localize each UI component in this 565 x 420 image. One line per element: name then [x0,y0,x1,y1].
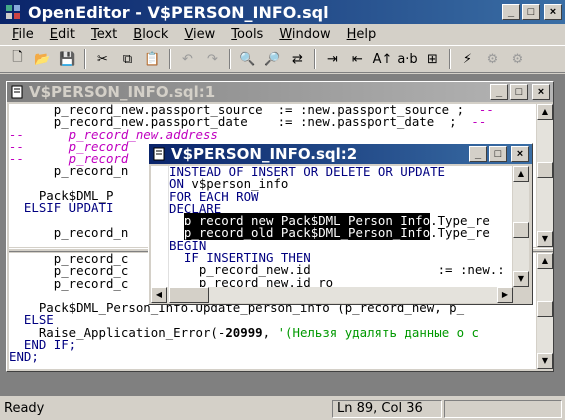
tool-a-icon[interactable]: ⚙ [481,48,504,70]
editor-2-minimize-button[interactable]: _ [469,146,487,162]
scroll-thumb[interactable] [513,222,529,238]
editor-window-2-title: V$PERSON_INFO.sql:2 [171,145,358,163]
menu-item-view[interactable]: View [176,27,223,42]
editor-1-bottom-scrollbar[interactable]: ▲ ▼ [537,253,553,369]
close-button[interactable]: × [544,4,562,20]
compare-icon[interactable]: ⊞ [421,48,444,70]
editor-1-close-button[interactable]: × [532,84,550,100]
scroll-up-button[interactable]: ▲ [537,104,553,120]
menu-item-block[interactable]: Block [125,27,176,42]
toolbar-separator [84,49,86,69]
scroll-thumb-horizontal[interactable] [169,287,209,303]
scroll-right-button[interactable]: ▶ [497,287,513,303]
menu-item-text[interactable]: Text [83,27,125,42]
execute-icon[interactable]: ⚡ [456,48,479,70]
editor-window-2-title-bar[interactable]: V$PERSON_INFO.sql:2 _ □ × [149,144,532,164]
scroll-thumb[interactable] [537,301,553,317]
status-text: Ready [4,401,45,416]
menu-item-tools[interactable]: Tools [223,27,271,42]
toolbar-separator [449,49,451,69]
replace-icon[interactable]: ⇄ [286,48,309,70]
indent-icon[interactable]: ⇥ [321,48,344,70]
editor-2-line[interactable]: p_record_new.id_ro [169,276,512,287]
editor-window-2[interactable]: V$PERSON_INFO.sql:2 _ □ × INSTEAD OF INS… [148,143,533,305]
editor-window-1-title-bar[interactable]: V$PERSON_INFO.sql:1 _ □ × [7,82,553,102]
document-icon [153,147,165,161]
editor-1-bottom-line[interactable]: END; [9,351,536,363]
toolbar-separator [229,49,231,69]
editor-window-1-title: V$PERSON_INFO.sql:1 [29,83,216,101]
open-folder-icon[interactable]: 📂 [31,48,54,70]
scroll-left-button[interactable]: ◀ [151,287,167,303]
cut-icon[interactable]: ✂ [91,48,114,70]
editor-2-scrollbar[interactable]: ▲ ▼ [513,166,529,287]
menu-item-edit[interactable]: Edit [42,27,83,42]
editor-1-minimize-button[interactable]: _ [490,84,508,100]
editor-2-hscrollbar[interactable]: ◀ ▶ [151,287,513,303]
editor-1-bottom-line[interactable]: END IF; [9,338,536,351]
menu-item-file[interactable]: File [4,27,42,42]
app-icon [6,5,20,19]
scroll-down-button[interactable]: ▼ [537,353,553,369]
new-file-icon[interactable]: 🗋 [6,48,29,70]
editor-1-top-scrollbar[interactable]: ▲ ▼ [537,104,553,247]
scroll-up-button[interactable]: ▲ [537,253,553,269]
tool-b-icon[interactable]: ⚙ [506,48,529,70]
status-bar: Ready Ln 89, Col 36 [0,397,565,420]
maximize-button[interactable]: □ [522,4,540,20]
menu-bar: File Edit Text Block View Tools Window Help [0,24,565,44]
editor-2-close-button[interactable]: × [511,146,529,162]
app-title-bar[interactable]: OpenEditor - V$PERSON_INFO.sql _ □ × [0,0,565,24]
case-toggle-icon[interactable]: a·b [396,48,419,70]
document-icon [11,85,23,99]
editor-2-gutter [151,166,169,287]
copy-icon[interactable]: ⧉ [116,48,139,70]
editor-2-maximize-button[interactable]: □ [489,146,507,162]
save-icon[interactable]: 💾 [56,48,79,70]
scroll-down-button[interactable]: ▼ [513,271,529,287]
undo-icon[interactable]: ↶ [176,48,199,70]
menu-item-help[interactable]: Help [339,27,385,42]
minimize-button[interactable]: _ [502,4,520,20]
scroll-thumb[interactable] [537,162,553,178]
editor-1-maximize-button[interactable]: □ [510,84,528,100]
size-grip[interactable] [513,287,529,303]
editor-1-bottom-line[interactable]: Raise_Application_Error(-20999, '(Нельзя… [9,326,536,339]
outdent-icon[interactable]: ⇤ [346,48,369,70]
paste-icon[interactable]: 📋 [141,48,164,70]
redo-icon[interactable]: ↷ [201,48,224,70]
editor-2-line[interactable]: p_record_old Pack$DML_Person_Info.Type_r… [169,225,512,241]
toolbar-separator [169,49,171,69]
scroll-down-button[interactable]: ▼ [537,231,553,247]
uppercase-icon[interactable]: A↑ [371,48,394,70]
toolbar-separator [314,49,316,69]
status-panel-empty [444,399,562,418]
toolbar: 🗋 📂 💾 ✂ ⧉ 📋 ↶ ↷ 🔍 🔎 ⇄ ⇥ ⇤ A↑ a·b ⊞ ⚡ ⚙ ⚙ [0,45,565,73]
find-icon[interactable]: 🔍 [236,48,259,70]
app-title: OpenEditor - V$PERSON_INFO.sql [28,2,329,22]
cursor-position: Ln 89, Col 36 [332,399,442,418]
scroll-up-button[interactable]: ▲ [513,166,529,182]
find-next-icon[interactable]: 🔎 [261,48,284,70]
editor-2-code-pane[interactable]: INSTEAD OF INSERT OR DELETE OR UPDATE ON … [169,166,512,287]
menu-item-window[interactable]: Window [271,27,338,42]
